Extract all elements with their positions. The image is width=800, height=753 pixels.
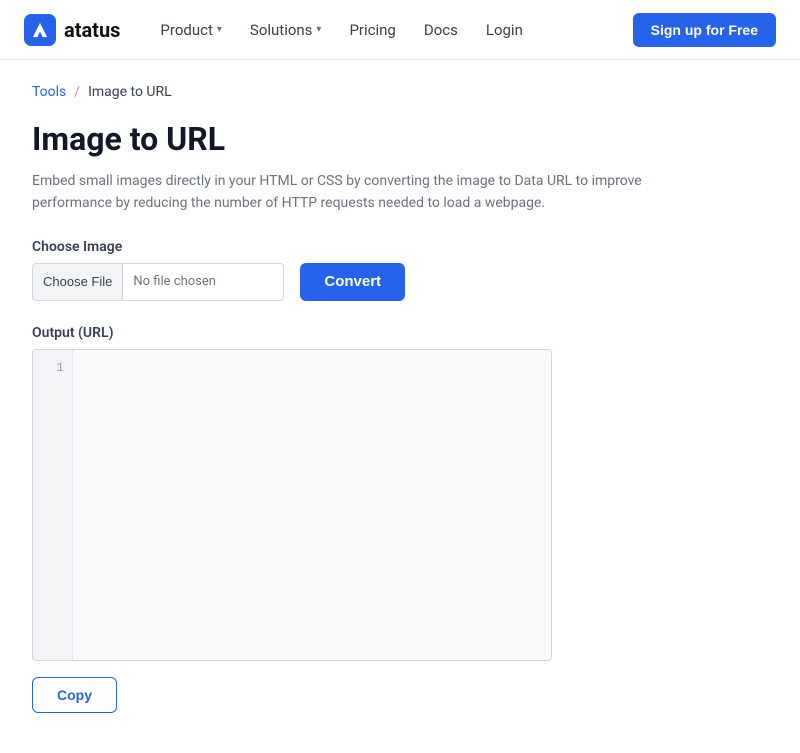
nav-docs[interactable]: Docs	[424, 21, 458, 39]
file-name-display: No file chosen	[123, 274, 283, 289]
line-number-1: 1	[56, 360, 64, 375]
choose-image-label: Choose Image	[32, 239, 768, 255]
nav-actions: Sign up for Free	[633, 13, 776, 47]
copy-button[interactable]: Copy	[32, 677, 117, 713]
breadcrumb: Tools / Image to URL	[32, 84, 768, 100]
nav-links: Product ▾ Solutions ▾ Pricing Docs Login	[160, 21, 632, 39]
page-title: Image to URL	[32, 120, 768, 158]
product-chevron-icon: ▾	[217, 24, 222, 35]
file-convert-row: Choose File No file chosen Convert	[32, 263, 768, 301]
output-label: Output (URL)	[32, 325, 768, 341]
nav-solutions[interactable]: Solutions ▾	[250, 21, 322, 39]
output-textarea[interactable]	[73, 350, 551, 660]
logo-link[interactable]: atatus	[24, 14, 120, 46]
logo-icon	[24, 14, 56, 46]
navbar: atatus Product ▾ Solutions ▾ Pricing Doc…	[0, 0, 800, 60]
choose-file-button[interactable]: Choose File	[33, 264, 123, 300]
main-content: Tools / Image to URL Image to URL Embed …	[0, 60, 800, 753]
nav-login[interactable]: Login	[486, 21, 523, 39]
solutions-chevron-icon: ▾	[316, 24, 321, 35]
convert-button[interactable]: Convert	[300, 263, 405, 301]
file-input-wrapper: Choose File No file chosen	[32, 263, 284, 301]
page-description: Embed small images directly in your HTML…	[32, 170, 712, 215]
signup-button[interactable]: Sign up for Free	[633, 13, 776, 47]
line-numbers: 1	[33, 350, 73, 660]
breadcrumb-current: Image to URL	[88, 84, 172, 100]
logo-text: atatus	[64, 18, 120, 42]
breadcrumb-tools-link[interactable]: Tools	[32, 84, 66, 100]
breadcrumb-separator: /	[74, 84, 80, 100]
nav-pricing[interactable]: Pricing	[349, 21, 395, 39]
output-container: 1	[32, 349, 552, 661]
nav-product[interactable]: Product ▾	[160, 21, 221, 39]
